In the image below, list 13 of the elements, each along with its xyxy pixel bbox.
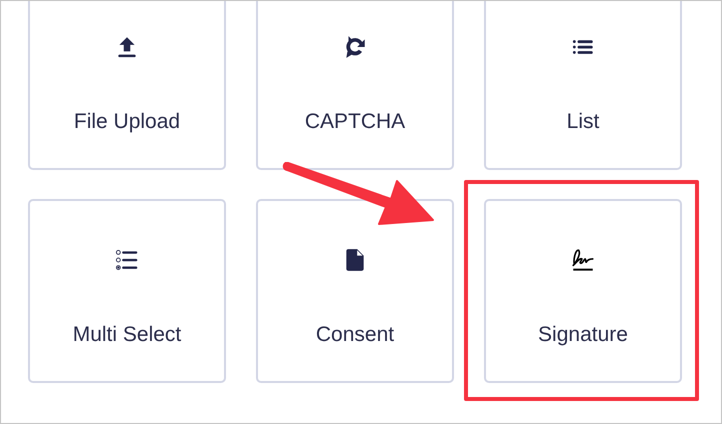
card-label: List [566, 110, 600, 134]
card-label: Signature [538, 323, 628, 347]
field-type-card[interactable]: Multi Select [28, 199, 226, 383]
field-type-card[interactable]: File Upload [28, 1, 226, 170]
radio-list-icon [114, 247, 140, 273]
signature-icon [570, 247, 596, 273]
card-label: Consent [316, 323, 394, 347]
card-label: CAPTCHA [304, 110, 406, 134]
card-label: Multi Select [72, 323, 182, 347]
field-type-card[interactable]: Consent [256, 199, 454, 383]
field-type-card[interactable]: List [484, 1, 682, 170]
card-label: File Upload [74, 110, 180, 134]
field-type-card[interactable]: Signature [484, 199, 682, 383]
